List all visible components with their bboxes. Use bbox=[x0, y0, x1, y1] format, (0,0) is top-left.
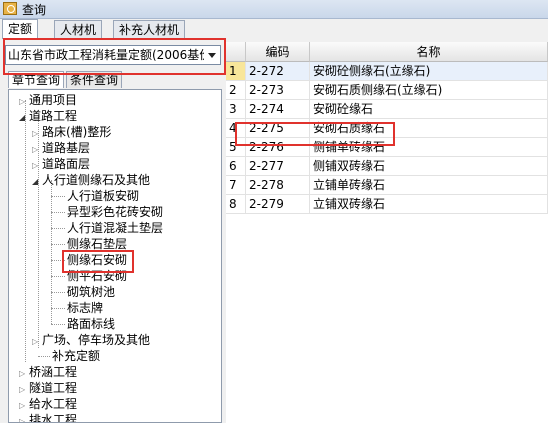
tree-connector bbox=[51, 292, 65, 293]
tree-connector bbox=[38, 356, 50, 357]
table-row[interactable]: 2 2-273 安砌石质侧缘石(立缘石) bbox=[226, 81, 548, 100]
code-cell: 2-278 bbox=[246, 176, 310, 194]
name-cell: 侧铺双砖缘石 bbox=[310, 157, 548, 175]
name-cell: 安砌石质缘石 bbox=[310, 119, 548, 137]
app-icon bbox=[3, 2, 17, 15]
chapter-tree[interactable]: ▷ 通用项目 ◢ 道路工程 ▷ 路床(槽)整形 ▷ 道路基层 ▷ 道路面层 ◢ 人行道侧缘石… bbox=[8, 89, 222, 423]
chevron-down-icon[interactable] bbox=[204, 46, 220, 64]
row-number: 5 bbox=[226, 138, 246, 156]
tree-node[interactable]: 侧平石安砌 bbox=[67, 268, 127, 284]
table-row[interactable]: 5 2-276 侧铺单砖缘石 bbox=[226, 138, 548, 157]
table-row[interactable]: 8 2-279 立铺双砖缘石 bbox=[226, 195, 548, 214]
table-row[interactable]: 3 2-274 安砌砼缘石 bbox=[226, 100, 548, 119]
tree-node[interactable]: ▷ 隧道工程 bbox=[19, 380, 77, 396]
table-row[interactable]: 4 2-275 安砌石质缘石 bbox=[226, 119, 548, 138]
tree-node[interactable]: 异型彩色花砖安砌 bbox=[67, 204, 163, 220]
tree-node[interactable]: ◢ 人行道侧缘石及其他 bbox=[32, 172, 150, 188]
tree-connector bbox=[51, 324, 65, 325]
tab-condition-query[interactable]: 条件查询 bbox=[66, 71, 123, 88]
tree-node[interactable]: ▷ 给水工程 bbox=[19, 396, 77, 412]
collapse-icon[interactable]: ◢ bbox=[19, 110, 29, 126]
name-cell: 侧铺单砖缘石 bbox=[310, 138, 548, 156]
tree-connector bbox=[51, 276, 65, 277]
name-cell: 安砌砼缘石 bbox=[310, 100, 548, 118]
quota-grid: 编码 名称 1 2-272 安砌砼侧缘石(立缘石) 2 2-273 安砌石质侧缘… bbox=[226, 42, 548, 423]
code-cell: 2-275 bbox=[246, 119, 310, 137]
row-number: 2 bbox=[226, 81, 246, 99]
tree-connector bbox=[25, 100, 26, 362]
table-row[interactable]: 6 2-277 侧铺双砖缘石 bbox=[226, 157, 548, 176]
tree-node[interactable]: 砌筑树池 bbox=[67, 284, 115, 300]
row-number: 8 bbox=[226, 195, 246, 213]
expand-icon[interactable]: ▷ bbox=[32, 334, 42, 350]
code-cell: 2-277 bbox=[246, 157, 310, 175]
tree-node[interactable]: 人行道混凝土垫层 bbox=[67, 220, 163, 236]
code-cell: 2-279 bbox=[246, 195, 310, 213]
tree-connector bbox=[51, 180, 52, 324]
tree-node[interactable]: 人行道板安砌 bbox=[67, 188, 139, 204]
window-title: 查询 bbox=[22, 3, 47, 17]
left-pane: 山东省市政工程消耗量定额(2006基价) 章节查询 条件查询 ▷ 通用项目 ◢ 道路… bbox=[0, 39, 226, 423]
name-cell: 安砌砼侧缘石(立缘石) bbox=[310, 62, 548, 80]
tree-node[interactable]: ▷ 通用项目 bbox=[19, 92, 77, 108]
name-cell: 安砌石质侧缘石(立缘石) bbox=[310, 81, 548, 99]
column-header-code[interactable]: 编码 bbox=[246, 42, 310, 62]
tree-node[interactable]: ▷ 桥涵工程 bbox=[19, 364, 77, 380]
code-cell: 2-274 bbox=[246, 100, 310, 118]
tree-connector bbox=[51, 212, 65, 213]
row-number: 6 bbox=[226, 157, 246, 175]
tab-labor-material-machine[interactable]: 人材机 bbox=[54, 20, 103, 38]
tree-node-selected[interactable]: 侧缘石安砌 bbox=[67, 252, 127, 268]
collapse-icon[interactable]: ◢ bbox=[32, 174, 42, 190]
tree-connector bbox=[51, 260, 65, 261]
code-cell: 2-276 bbox=[246, 138, 310, 156]
quota-library-value: 山东省市政工程消耗量定额(2006基价) bbox=[8, 48, 216, 62]
main-tabs: 定额 人材机 补充人材机 bbox=[0, 19, 548, 39]
tree-connector bbox=[51, 196, 65, 197]
code-cell: 2-273 bbox=[246, 81, 310, 99]
tree-node[interactable]: ▷ 排水工程 bbox=[19, 412, 77, 422]
title-bar: 查询 bbox=[0, 0, 548, 19]
tab-quota[interactable]: 定额 bbox=[2, 19, 39, 39]
quota-library-select[interactable]: 山东省市政工程消耗量定额(2006基价) bbox=[5, 45, 221, 65]
code-cell: 2-272 bbox=[246, 62, 310, 80]
table-row[interactable]: 1 2-272 安砌砼侧缘石(立缘石) bbox=[226, 62, 548, 81]
row-number: 7 bbox=[226, 176, 246, 194]
row-number: 4 bbox=[226, 119, 246, 137]
tree-node[interactable]: ▷ 道路面层 bbox=[32, 156, 90, 172]
expand-icon[interactable]: ▷ bbox=[19, 414, 29, 422]
row-number-header bbox=[226, 42, 246, 62]
tree-node[interactable]: 侧缘石垫层 bbox=[67, 236, 127, 252]
tree-node[interactable]: 补充定额 bbox=[52, 348, 100, 364]
tree-connector bbox=[51, 228, 65, 229]
tree-node[interactable]: ◢ 道路工程 bbox=[19, 108, 77, 124]
tree-node[interactable]: ▷ 广场、停车场及其他 bbox=[32, 332, 150, 348]
tree-connector bbox=[51, 244, 65, 245]
column-header-name[interactable]: 名称 bbox=[310, 42, 548, 62]
table-row[interactable]: 7 2-278 立铺单砖缘石 bbox=[226, 176, 548, 195]
tree-connector bbox=[51, 308, 65, 309]
tree-node[interactable]: ▷ 道路基层 bbox=[32, 140, 90, 156]
name-cell: 立铺双砖缘石 bbox=[310, 195, 548, 213]
name-cell: 立铺单砖缘石 bbox=[310, 176, 548, 194]
tab-supplementary-labor-material-machine[interactable]: 补充人材机 bbox=[113, 20, 186, 38]
tree-node[interactable]: ▷ 路床(槽)整形 bbox=[32, 124, 111, 140]
row-number: 1 bbox=[226, 62, 246, 80]
tree-node[interactable]: 路面标线 bbox=[67, 316, 115, 332]
tab-chapter-query[interactable]: 章节查询 bbox=[8, 71, 65, 88]
tree-node[interactable]: 标志牌 bbox=[67, 300, 103, 316]
row-number: 3 bbox=[226, 100, 246, 118]
